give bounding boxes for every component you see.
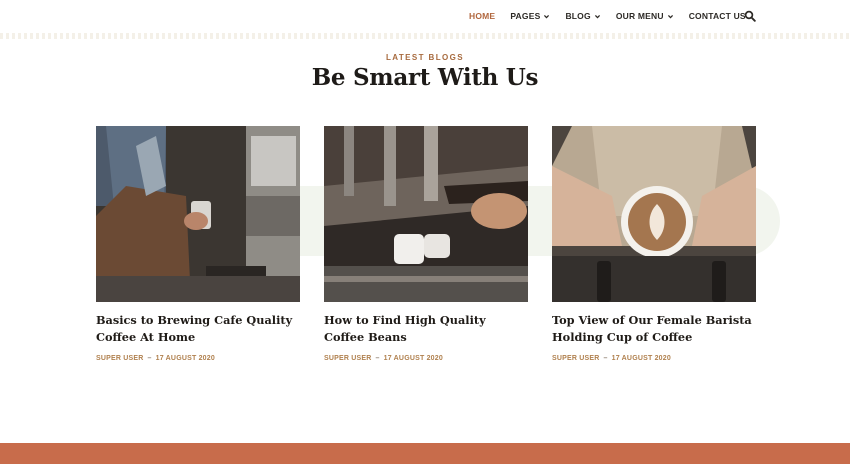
meta-separator: – <box>375 355 380 362</box>
nav-item-contact-us[interactable]: CONTACT US <box>689 11 746 21</box>
main-nav: HOME PAGES BLOG OUR MENU CONTACT US <box>469 11 761 21</box>
meta-separator: – <box>147 355 152 362</box>
post-date: 17 AUGUST 2020 <box>155 355 215 362</box>
post-image[interactable] <box>552 126 756 302</box>
nav-item-label: HOME <box>469 11 496 21</box>
chevron-down-icon <box>594 14 600 18</box>
nav-item-label: CONTACT US <box>688 11 746 21</box>
post-author[interactable]: SUPER USER <box>552 355 600 362</box>
nav-item-pages[interactable]: PAGES <box>510 11 550 21</box>
post-author[interactable]: SUPER USER <box>96 355 144 362</box>
post-meta: SUPER USER – 17 AUGUST 2020 <box>324 355 528 362</box>
post-image[interactable] <box>324 126 528 302</box>
nav-item-our-menu[interactable]: OUR MENU <box>616 11 674 21</box>
post-date: 17 AUGUST 2020 <box>611 355 671 362</box>
post-author[interactable]: SUPER USER <box>324 355 372 362</box>
post-title[interactable]: Top View of Our Female Barista Holding C… <box>552 312 756 346</box>
header-divider <box>0 33 850 39</box>
blog-card: Basics to Brewing Cafe Quality Coffee At… <box>96 126 300 362</box>
search-icon[interactable] <box>744 10 756 22</box>
nav-item-label: OUR MENU <box>615 11 664 21</box>
site-header: HOME PAGES BLOG OUR MENU CONTACT US <box>0 0 850 34</box>
post-meta: SUPER USER – 17 AUGUST 2020 <box>552 355 756 362</box>
post-image[interactable] <box>96 126 300 302</box>
post-meta: SUPER USER – 17 AUGUST 2020 <box>96 355 300 362</box>
blog-card: Top View of Our Female Barista Holding C… <box>552 126 756 362</box>
post-title[interactable]: Basics to Brewing Cafe Quality Coffee At… <box>96 312 300 346</box>
post-title[interactable]: How to Find High Quality Coffee Beans <box>324 312 528 346</box>
footer-bar <box>0 443 850 464</box>
blog-card: How to Find High Quality Coffee Beans SU… <box>324 126 528 362</box>
post-date: 17 AUGUST 2020 <box>383 355 443 362</box>
nav-item-home[interactable]: HOME <box>469 11 495 21</box>
chevron-down-icon <box>667 14 673 18</box>
chevron-down-icon <box>544 14 550 18</box>
nav-item-label: PAGES <box>510 11 541 21</box>
meta-separator: – <box>603 355 608 362</box>
section-eyebrow: LATEST BLOGS <box>386 53 464 62</box>
nav-item-label: BLOG <box>565 11 591 21</box>
section-title: Be Smart With Us <box>311 64 539 91</box>
nav-item-blog[interactable]: BLOG <box>565 11 600 21</box>
